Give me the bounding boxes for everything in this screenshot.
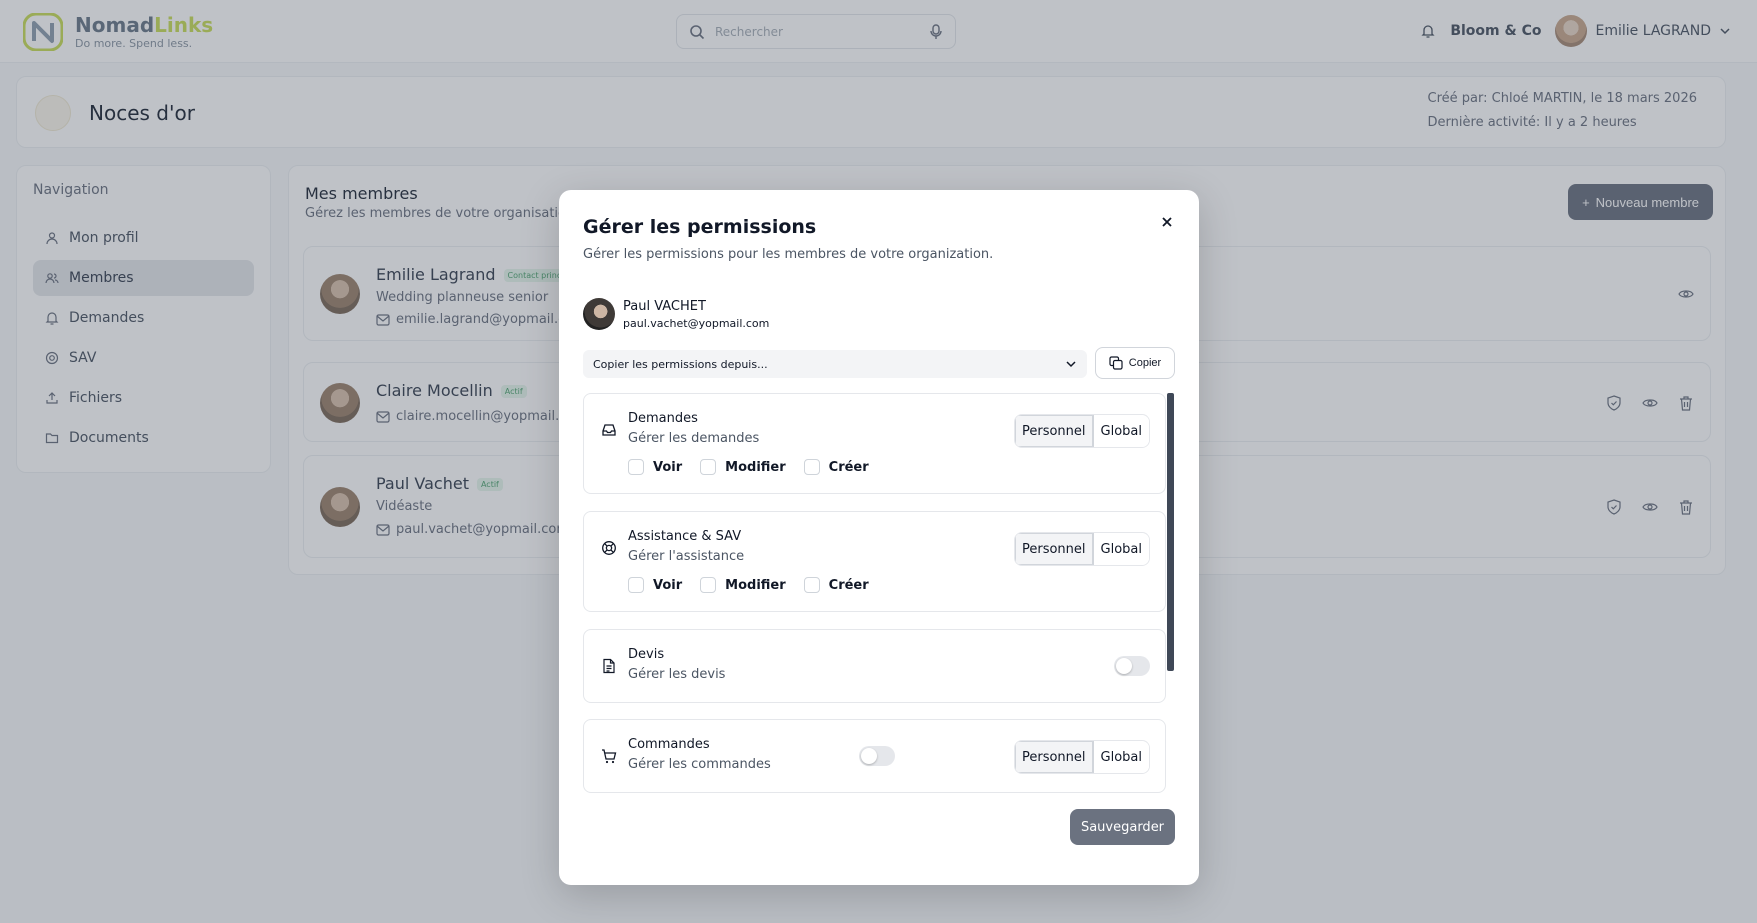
modal-subtitle: Gérer les permissions pour les membres d…	[583, 247, 994, 262]
selected-user: Paul VACHET paul.vachet@yopmail.com	[583, 298, 769, 330]
scope-selector: Personnel Global	[1013, 532, 1150, 566]
create-label: Créer	[828, 577, 869, 593]
close-icon	[1162, 217, 1172, 227]
permission-card-requests: Demandes Gérer les demandes Personnel Gl…	[583, 393, 1166, 494]
view-label: Voir	[653, 577, 683, 593]
permission-title: Assistance & SAV	[628, 529, 742, 544]
copy-button[interactable]: Copier	[1095, 347, 1175, 379]
scope-global-button[interactable]: Global	[1093, 533, 1149, 565]
copy-icon	[1109, 356, 1123, 370]
scope-personal-button[interactable]: Personnel	[1014, 533, 1094, 565]
copy-button-label: Copier	[1128, 357, 1162, 369]
permission-title: Commandes	[628, 737, 710, 752]
create-checkbox[interactable]: Créer	[803, 577, 869, 593]
permission-title: Devis	[628, 647, 665, 662]
scope-global-button[interactable]: Global	[1093, 741, 1149, 773]
create-label: Créer	[828, 459, 869, 475]
save-button[interactable]: Sauvegarder	[1070, 809, 1175, 845]
permission-description: Gérer l'assistance	[628, 549, 745, 564]
cart-icon	[602, 749, 617, 764]
copy-permissions-placeholder: Copier les permissions depuis...	[593, 357, 768, 371]
view-label: Voir	[653, 459, 683, 475]
lifebuoy-icon	[602, 541, 616, 555]
document-icon	[603, 658, 615, 674]
chevron-down-icon	[1066, 361, 1076, 368]
permission-description: Gérer les devis	[628, 667, 726, 682]
scope-global-button[interactable]: Global	[1093, 415, 1149, 447]
permission-card-quotes: Devis Gérer les devis	[583, 629, 1166, 703]
modal-title: Gérer les permissions	[583, 216, 817, 238]
view-checkbox[interactable]: Voir	[628, 459, 682, 475]
selected-user-email: paul.vachet@yopmail.com	[623, 316, 770, 330]
scope-personal-button[interactable]: Personnel	[1014, 415, 1094, 447]
permission-description: Gérer les commandes	[628, 757, 771, 772]
scope-selector: Personnel Global	[1013, 414, 1150, 448]
quotes-toggle[interactable]	[1114, 656, 1150, 676]
permission-title: Demandes	[628, 411, 698, 426]
orders-toggle[interactable]	[859, 746, 895, 766]
scope-selector: Personnel Global	[1013, 740, 1150, 774]
permission-description: Gérer les demandes	[628, 431, 760, 446]
selected-user-name: Paul VACHET	[623, 298, 706, 314]
permission-card-orders: Commandes Gérer les commandes Personnel …	[583, 719, 1166, 793]
inbox-icon	[602, 424, 616, 436]
edit-checkbox[interactable]: Modifier	[700, 577, 786, 593]
close-button[interactable]	[1157, 212, 1177, 232]
scrollbar[interactable]	[1167, 393, 1174, 671]
copy-permissions-select[interactable]: Copier les permissions depuis...	[583, 350, 1087, 378]
view-checkbox[interactable]: Voir	[628, 577, 682, 593]
edit-label: Modifier	[725, 459, 786, 475]
permissions-modal: Gérer les permissions Gérer les permissi…	[559, 190, 1199, 885]
edit-checkbox[interactable]: Modifier	[700, 459, 786, 475]
user-avatar	[583, 298, 615, 330]
permissions-list[interactable]: Demandes Gérer les demandes Personnel Gl…	[583, 393, 1176, 803]
permission-card-support: Assistance & SAV Gérer l'assistance Pers…	[583, 511, 1166, 612]
edit-label: Modifier	[725, 577, 786, 593]
create-checkbox[interactable]: Créer	[803, 459, 869, 475]
scope-personal-button[interactable]: Personnel	[1014, 741, 1094, 773]
